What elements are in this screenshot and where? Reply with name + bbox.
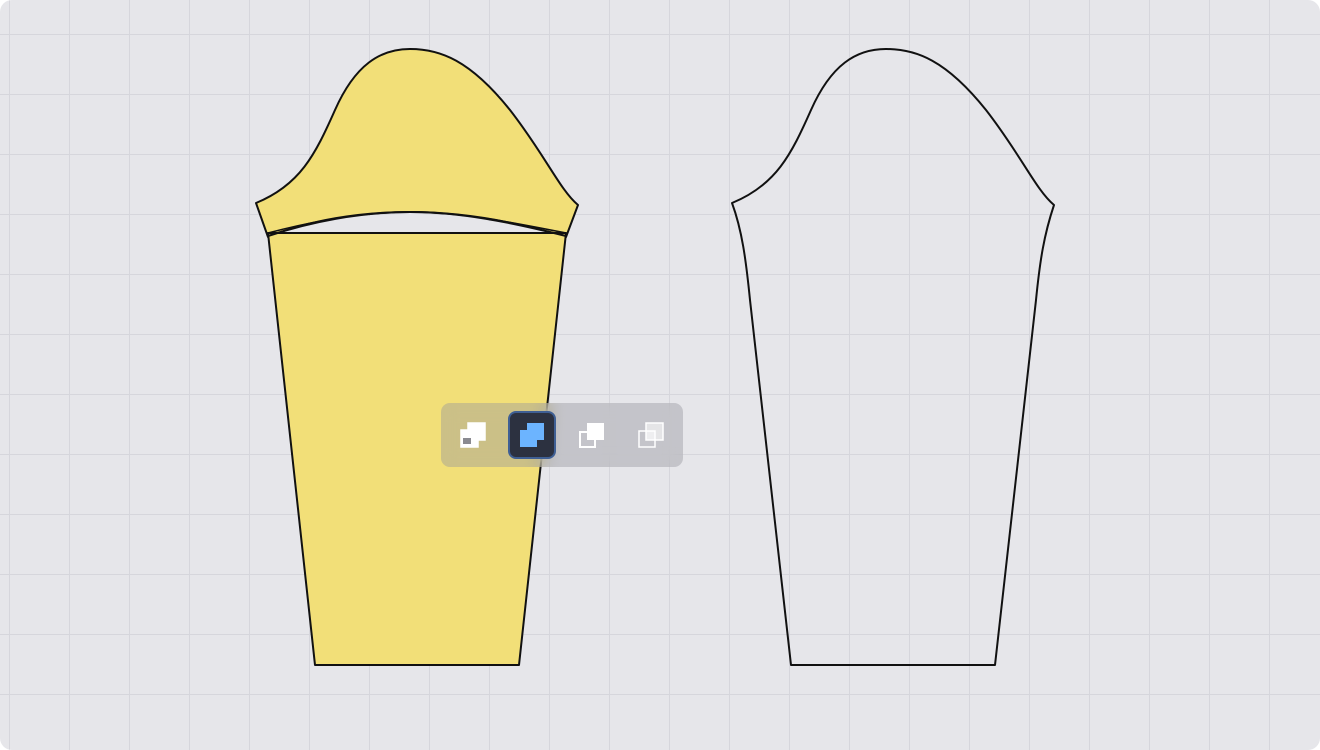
boolean-union-icon [459,422,486,448]
drawing-canvas[interactable] [0,0,1320,750]
intersect-button[interactable] [568,411,615,459]
boolean-exclude-icon [638,422,664,448]
pattern-drawing [255,48,1055,666]
boolean-intersect-icon [578,423,604,448]
union-button[interactable] [449,411,496,459]
exclude-button[interactable] [628,411,675,459]
sleeve-left-cap[interactable] [255,48,579,238]
sleeve-right-outline[interactable] [731,48,1055,666]
boolean-subtract-icon [520,423,545,447]
subtract-button[interactable] [508,411,557,459]
boolean-operations-toolbar [441,403,683,467]
